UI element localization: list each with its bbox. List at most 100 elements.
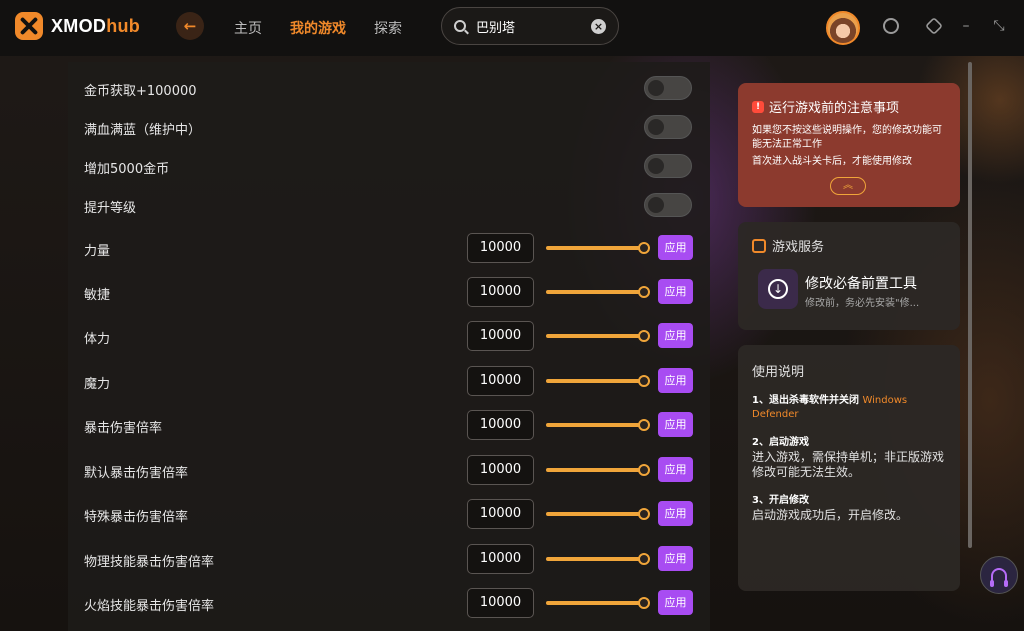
slider-thumb[interactable] (638, 242, 650, 254)
scrollbar[interactable] (968, 62, 972, 548)
app-logo[interactable]: XMODhub (15, 12, 140, 40)
value-input[interactable]: 10000 (467, 544, 534, 574)
value-input[interactable]: 10000 (467, 410, 534, 440)
value-input[interactable]: 10000 (467, 455, 534, 485)
option-label: 提升等级 (84, 201, 137, 216)
tool-download-button[interactable]: ↓ (758, 269, 798, 309)
collapse-window-button[interactable]: ⤡ (991, 18, 1007, 34)
option-label: 默认暴击伤害倍率 (84, 466, 189, 481)
main-nav: 主页 我的游戏 探索 (234, 18, 402, 38)
download-icon: ↓ (768, 279, 788, 299)
step-3-heading: 3、开启修改 (752, 495, 809, 506)
option-label: 暴击伤害倍率 (84, 421, 163, 436)
apply-button[interactable]: 应用 (658, 279, 693, 304)
slider-thumb[interactable] (638, 597, 650, 609)
tool-name[interactable]: 修改必备前置工具 (805, 273, 917, 293)
services-title-text: 游戏服务 (772, 240, 825, 255)
toggle-switch[interactable] (644, 115, 692, 139)
value-slider[interactable] (546, 419, 650, 431)
value-slider[interactable] (546, 508, 650, 520)
usage-step-2: 2、启动游戏 进入游戏，需保持单机；非正版游戏修改可能无法生效。 (752, 436, 946, 480)
slider-thumb[interactable] (638, 419, 650, 431)
notice-card: ! 运行游戏前的注意事项 如果您不按这些说明操作，您的修改功能可能无法正常工作 … (738, 83, 960, 207)
toggle-switch[interactable] (644, 193, 692, 217)
user-avatar[interactable] (826, 11, 860, 45)
tool-description: 修改前，务必先安装"修... (805, 298, 920, 309)
value-input[interactable]: 10000 (467, 499, 534, 529)
apply-button[interactable]: 应用 (658, 368, 693, 393)
services-title: 游戏服务 (752, 236, 824, 255)
value-input[interactable]: 10000 (467, 366, 534, 396)
slider-thumb[interactable] (638, 464, 650, 476)
option-label: 增加5000金币 (84, 162, 170, 177)
nav-home[interactable]: 主页 (234, 18, 262, 38)
value-slider[interactable] (546, 597, 650, 609)
option-label: 满血满蓝（维护中） (84, 123, 202, 138)
top-bar: XMODhub ← 主页 我的游戏 探索 × – ⤡ (0, 0, 1024, 56)
option-label: 魔力 (84, 377, 111, 392)
value-input[interactable]: 10000 (467, 321, 534, 351)
step-2-body: 进入游戏，需保持单机；非正版游戏修改可能无法生效。 (752, 450, 945, 479)
apply-button[interactable]: 应用 (658, 323, 693, 348)
usage-title: 使用说明 (752, 365, 805, 380)
logo-text: XMODhub (51, 15, 141, 36)
value-slider[interactable] (546, 330, 650, 342)
usage-step-3: 3、开启修改 启动游戏成功后，开启修改。 (752, 494, 946, 523)
cheat-options-panel: 金币获取+100000 满血满蓝（维护中） 增加5000金币 提升等级 力量 1… (68, 62, 710, 631)
warning-icon: ! (752, 100, 764, 113)
apply-button[interactable]: 应用 (658, 590, 693, 615)
option-label: 力量 (84, 244, 111, 259)
toggle-switch[interactable] (644, 76, 692, 100)
step-2-heading: 2、启动游戏 (752, 437, 809, 448)
usage-instructions-card: 使用说明 1、退出杀毒软件并关闭 Windows Defender 2、启动游戏… (738, 345, 960, 591)
nav-my-games[interactable]: 我的游戏 (290, 18, 346, 38)
slider-thumb[interactable] (638, 330, 650, 342)
slider-thumb[interactable] (638, 508, 650, 520)
apply-button[interactable]: 应用 (658, 457, 693, 482)
back-button[interactable]: ← (176, 12, 204, 40)
apply-button[interactable]: 应用 (658, 546, 693, 571)
step-3-body: 启动游戏成功后，开启修改。 (752, 508, 909, 522)
option-label: 敏捷 (84, 288, 111, 303)
usage-step-1: 1、退出杀毒软件并关闭 Windows Defender (752, 394, 946, 422)
option-label: 金币获取+100000 (84, 84, 197, 99)
toggle-switch[interactable] (644, 154, 692, 178)
value-slider[interactable] (546, 375, 650, 387)
notice-title: ! 运行游戏前的注意事项 (752, 97, 946, 116)
minimize-button[interactable]: – (958, 18, 974, 34)
value-input[interactable]: 10000 (467, 588, 534, 618)
notice-title-text: 运行游戏前的注意事项 (769, 101, 900, 116)
headset-icon (990, 568, 1008, 587)
apply-button[interactable]: 应用 (658, 501, 693, 526)
arrow-left-icon: ← (183, 17, 197, 35)
option-label: 体力 (84, 332, 111, 347)
search-input[interactable] (476, 18, 586, 34)
expand-button[interactable]: ︽ (830, 177, 866, 195)
notice-line-1: 如果您不按这些说明操作，您的修改功能可能无法正常工作 (752, 125, 942, 150)
value-input[interactable]: 10000 (467, 233, 534, 263)
settings-icon[interactable] (924, 16, 944, 36)
option-label: 特殊暴击伤害倍率 (84, 510, 189, 525)
slider-thumb[interactable] (638, 375, 650, 387)
notice-line-2: 首次进入战斗关卡后，才能使用修改 (752, 156, 912, 167)
account-icon[interactable] (883, 18, 899, 34)
option-label: 火焰技能暴击伤害倍率 (84, 599, 215, 614)
game-services-card: 游戏服务 ↓ 修改必备前置工具 修改前，务必先安装"修... (738, 222, 960, 330)
cube-icon (752, 238, 766, 253)
slider-thumb[interactable] (638, 286, 650, 298)
step-1-heading: 1、退出杀毒软件并关闭 (752, 395, 863, 406)
apply-button[interactable]: 应用 (658, 235, 693, 260)
value-slider[interactable] (546, 286, 650, 298)
slider-thumb[interactable] (638, 553, 650, 565)
apply-button[interactable]: 应用 (658, 412, 693, 437)
support-button[interactable] (980, 556, 1018, 594)
value-slider[interactable] (546, 464, 650, 476)
search-bar: × (441, 7, 619, 45)
clear-search-button[interactable]: × (591, 19, 606, 34)
nav-explore[interactable]: 探索 (374, 18, 402, 38)
value-input[interactable]: 10000 (467, 277, 534, 307)
search-icon (454, 20, 466, 32)
value-slider[interactable] (546, 553, 650, 565)
value-slider[interactable] (546, 242, 650, 254)
option-label: 物理技能暴击伤害倍率 (84, 555, 215, 570)
